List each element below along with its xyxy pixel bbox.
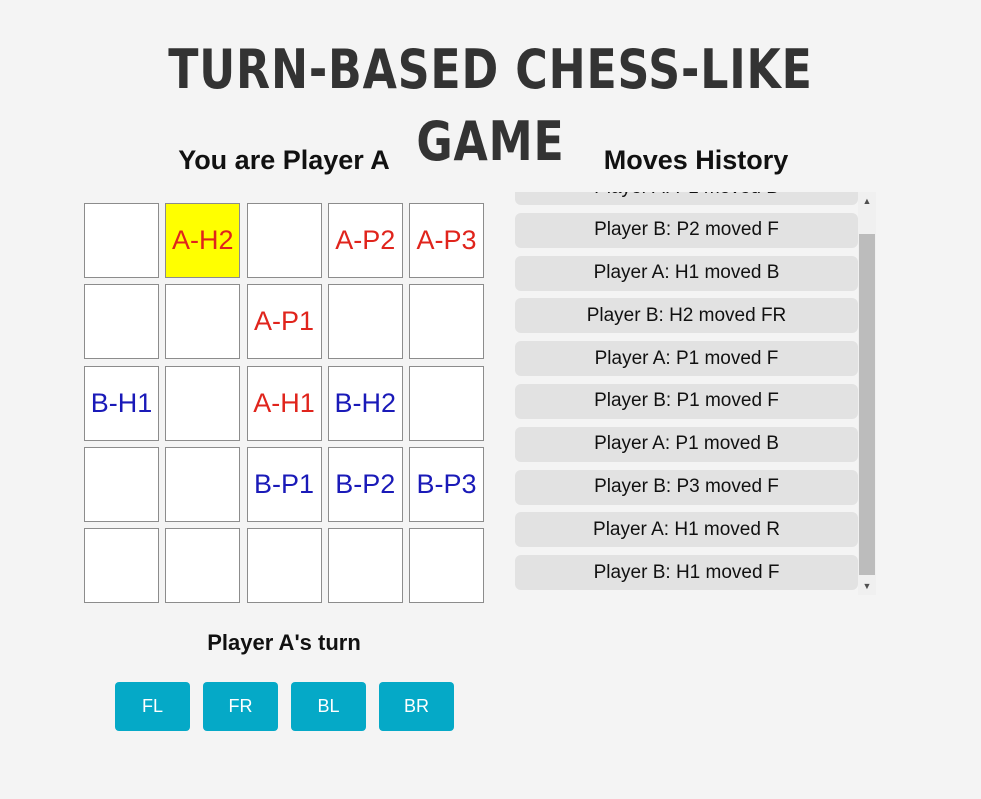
history-scrollbar[interactable]: ▲ ▼ <box>858 192 876 595</box>
board-cell-empty[interactable] <box>84 203 159 278</box>
board-cell-a-h2[interactable]: A-H2 <box>165 203 241 278</box>
move-bl-button[interactable]: BL <box>291 682 366 731</box>
history-item: Player B: P2 moved F <box>515 212 858 248</box>
history-item: Player B: P3 moved F <box>515 469 858 505</box>
board-cell-empty[interactable] <box>409 365 484 441</box>
board-cell-empty[interactable] <box>84 446 159 522</box>
moves-history-list: Player A: P1 moved B Player B: P2 moved F… <box>515 192 858 595</box>
board-cell-empty[interactable] <box>84 528 159 603</box>
board-cell-a-p1[interactable]: A-P1 <box>246 284 322 360</box>
board-cell-empty[interactable] <box>409 528 484 603</box>
history-item: Player A: P1 moved B <box>515 426 858 462</box>
history-item: Player A: P1 moved F <box>515 341 858 377</box>
move-br-button[interactable]: BR <box>379 682 454 731</box>
turn-indicator: Player A's turn <box>207 630 361 655</box>
history-item: Player A: P1 moved B <box>515 192 858 205</box>
history-item: Player A: H1 moved B <box>515 255 858 291</box>
board-cell-empty[interactable] <box>165 365 241 441</box>
history-item: Player A: H1 moved R <box>515 512 858 548</box>
triangle-up-icon[interactable]: ▲ <box>858 192 876 210</box>
board-cell-b-h2[interactable]: B-H2 <box>327 365 403 441</box>
history-item: Player B: P1 moved F <box>515 383 858 419</box>
moves-history-panel[interactable]: Player A: P1 moved B Player B: P2 moved F… <box>515 192 876 595</box>
board-cell-empty[interactable] <box>409 284 484 360</box>
board-cell-empty[interactable] <box>165 446 241 522</box>
board-cell-empty[interactable] <box>165 528 241 603</box>
board-cell-empty[interactable] <box>84 284 159 360</box>
board-cell-a-p2[interactable]: A-P2 <box>327 203 403 278</box>
board-cell-b-p1[interactable]: B-P1 <box>246 446 322 522</box>
triangle-down-icon[interactable]: ▼ <box>858 577 876 595</box>
move-fr-button[interactable]: FR <box>203 682 278 731</box>
history-heading: Moves History <box>603 145 789 175</box>
board-cell-empty[interactable] <box>246 528 322 603</box>
scrollbar-thumb[interactable] <box>859 234 875 575</box>
board-cell-a-h1[interactable]: A-H1 <box>246 365 322 441</box>
board-cell-empty[interactable] <box>327 284 403 360</box>
game-board: A-H2 A-P2 A-P3 A-P1 B-H1 A-H1 B-H2 B-P1 B-P2 B-P3 <box>84 203 484 603</box>
player-heading: You are Player A <box>178 145 390 175</box>
history-item: Player B: H2 moved FR <box>515 298 858 334</box>
board-cell-empty[interactable] <box>327 528 403 603</box>
board-cell-b-p2[interactable]: B-P2 <box>327 446 403 522</box>
board-cell-b-h1[interactable]: B-H1 <box>84 365 159 441</box>
board-cell-a-p3[interactable]: A-P3 <box>409 203 484 278</box>
board-cell-b-p3[interactable]: B-P3 <box>409 446 484 522</box>
move-fl-button[interactable]: FL <box>115 682 190 731</box>
move-buttons: FL FR BL BR <box>115 682 454 731</box>
history-item: Player B: H1 moved F <box>515 555 858 591</box>
board-cell-empty[interactable] <box>165 284 241 360</box>
board-cell-empty[interactable] <box>246 203 322 278</box>
